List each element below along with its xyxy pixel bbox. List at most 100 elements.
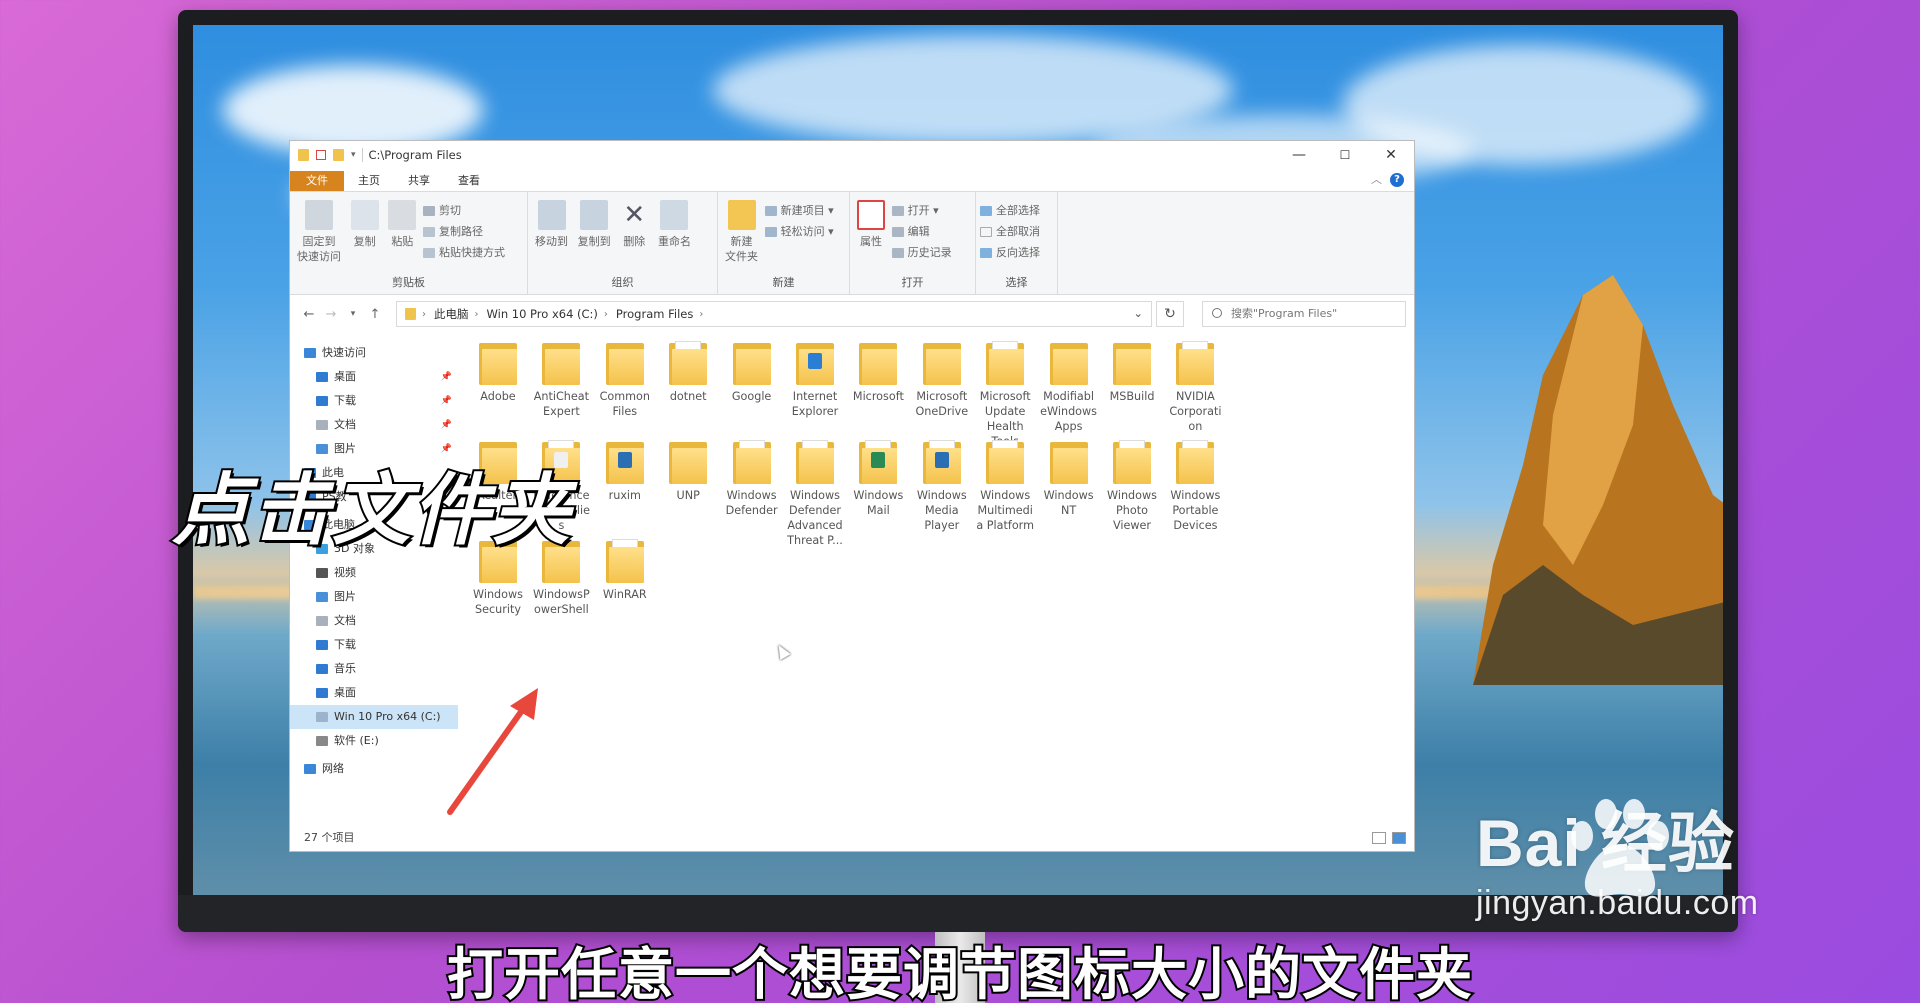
help-icon[interactable]: ? xyxy=(1390,173,1404,187)
move-to-icon xyxy=(537,200,566,230)
open-label: 打开 xyxy=(907,204,930,217)
nav-item[interactable]: 文档 xyxy=(290,609,458,633)
folder-icon xyxy=(669,341,708,385)
nav-item[interactable]: 快速访问 xyxy=(290,341,458,365)
address-dropdown-icon[interactable]: ⌄ xyxy=(1133,306,1143,320)
quick-access-dropdown-icon[interactable]: ▾ xyxy=(351,150,356,160)
folder-item[interactable]: MSBuild xyxy=(1100,341,1164,404)
properties-quick-icon[interactable] xyxy=(316,150,326,160)
folder-item[interactable]: Common Files xyxy=(593,341,657,419)
tab-home[interactable]: 主页 xyxy=(344,171,394,191)
folder-item[interactable]: Windows Multimedi a Platform xyxy=(973,440,1037,533)
breadcrumb-program-files[interactable]: Program Files xyxy=(616,307,693,321)
refresh-button[interactable]: ↻ xyxy=(1156,301,1184,327)
history-button[interactable]: 历史记录 xyxy=(891,242,952,263)
nav-item[interactable]: 下载 xyxy=(290,633,458,657)
folder-item[interactable]: Windows Defender Advanced Threat P... xyxy=(783,440,847,548)
pin-label: 固定到 快速访问 xyxy=(297,235,341,263)
nav-item-label: 文档 xyxy=(334,418,356,431)
nav-item[interactable]: 软件 (E:) xyxy=(290,729,458,753)
address-bar[interactable]: › 此电脑 › Win 10 Pro x64 (C:) › Program File… xyxy=(396,301,1152,327)
copy-to-button[interactable]: 复制到 xyxy=(578,198,611,249)
nav-item[interactable]: 音乐 xyxy=(290,657,458,681)
title-bar: ▾ C:\Program Files — ☐ ✕ xyxy=(290,141,1414,169)
back-arrow-icon[interactable]: ← xyxy=(298,307,320,322)
folder-icon xyxy=(605,440,644,484)
search-input[interactable]: 搜索"Program Files" xyxy=(1202,301,1406,327)
maximize-button[interactable]: ☐ xyxy=(1322,141,1368,169)
new-folder-quick-icon[interactable] xyxy=(333,149,344,161)
nav-item[interactable]: 网络 xyxy=(290,757,458,781)
copy-icon xyxy=(350,200,379,230)
folder-item[interactable]: Windows NT xyxy=(1037,440,1101,518)
collapse-ribbon-icon[interactable]: ︿ xyxy=(1371,171,1382,187)
new-item-button[interactable]: 新建项目 ▾ xyxy=(764,200,834,221)
nav-item[interactable]: 桌面 xyxy=(290,681,458,705)
folder-item[interactable]: Adobe xyxy=(466,341,530,404)
tab-share[interactable]: 共享 xyxy=(394,171,444,191)
folder-item[interactable]: Google xyxy=(720,341,784,404)
folder-item[interactable]: AntiCheat Expert xyxy=(529,341,593,419)
breadcrumb-drive-c[interactable]: Win 10 Pro x64 (C:) xyxy=(487,307,598,321)
up-arrow-icon[interactable]: ↑ xyxy=(364,307,386,322)
nav-item[interactable]: 视频 xyxy=(290,561,458,585)
nav-item[interactable]: Win 10 Pro x64 (C:) xyxy=(290,705,458,729)
new-folder-button[interactable]: 新建 文件夹 xyxy=(725,198,758,264)
folder-item[interactable]: NVIDIA Corporati on xyxy=(1163,341,1227,434)
paste-shortcut-button[interactable]: 粘贴快捷方式 xyxy=(422,242,505,263)
folder-item[interactable]: Windows Photo Viewer xyxy=(1100,440,1164,533)
folder-item[interactable]: Windows Media Player xyxy=(910,440,974,533)
tab-view[interactable]: 查看 xyxy=(444,171,494,191)
easy-access-button[interactable]: 轻松访问 ▾ xyxy=(764,221,834,242)
copy-button[interactable]: 复制 xyxy=(350,198,379,249)
properties-button[interactable]: 属性 xyxy=(857,198,885,249)
invert-selection-button[interactable]: 反向选择 xyxy=(980,242,1040,263)
folder-item[interactable]: UNP xyxy=(656,440,720,503)
edit-button[interactable]: 编辑 xyxy=(891,221,952,242)
red-arrow-icon xyxy=(447,688,538,815)
delete-button[interactable]: ✕ 删除 xyxy=(620,198,648,249)
folder-item[interactable]: Windows Defender xyxy=(720,440,784,518)
folder-item[interactable]: Windows Portable Devices xyxy=(1163,440,1227,533)
properties-icon xyxy=(857,200,885,230)
nav-item[interactable]: 桌面 📌 xyxy=(290,365,458,389)
nav-item[interactable]: 文档 📌 xyxy=(290,413,458,437)
address-folder-icon xyxy=(405,308,416,320)
scissors-icon xyxy=(422,206,435,216)
folder-item[interactable]: dotnet xyxy=(656,341,720,404)
large-icons-view-icon[interactable] xyxy=(1392,832,1406,844)
folder-item[interactable]: Modifiabl eWindows Apps xyxy=(1037,341,1101,434)
nav-item-label: 文档 xyxy=(334,614,356,627)
move-to-button[interactable]: 移动到 xyxy=(535,198,568,249)
select-none-button[interactable]: 全部取消 xyxy=(980,221,1040,242)
open-button[interactable]: 打开 ▾ xyxy=(891,200,952,221)
paste-button[interactable]: 粘贴 xyxy=(388,198,417,249)
select-all-button[interactable]: 全部选择 xyxy=(980,200,1040,221)
rename-button[interactable]: 重命名 xyxy=(658,198,691,249)
details-view-icon[interactable] xyxy=(1372,832,1386,844)
pin-quick-access-button[interactable]: 固定到 快速访问 xyxy=(297,198,341,264)
folder-item[interactable]: Internet Explorer xyxy=(783,341,847,419)
nav-item[interactable]: 图片 xyxy=(290,585,458,609)
folder-label: Windows Portable Devices xyxy=(1170,489,1221,532)
folder-icon xyxy=(1176,440,1215,484)
folder-item[interactable]: Windows Mail xyxy=(846,440,910,518)
minimize-button[interactable]: — xyxy=(1276,141,1322,169)
nav-item[interactable]: 下载 📌 xyxy=(290,389,458,413)
tab-file[interactable]: 文件 xyxy=(290,171,344,191)
recent-dropdown-icon[interactable]: ▾ xyxy=(342,309,364,319)
folder-item[interactable]: Microsoft OneDrive xyxy=(910,341,974,419)
folder-item[interactable]: Microsoft xyxy=(846,341,910,404)
breadcrumb-this-pc[interactable]: 此电脑 xyxy=(434,306,469,322)
copy-path-button[interactable]: 复制路径 xyxy=(422,221,505,242)
folder-item[interactable]: Microsoft Update Health Tools xyxy=(973,341,1037,449)
close-button[interactable]: ✕ xyxy=(1368,141,1414,169)
folder-label: Microsoft xyxy=(852,390,904,403)
nav-item-icon xyxy=(316,688,328,698)
copy-path-icon xyxy=(422,227,435,237)
folder-label: MSBuild xyxy=(1109,390,1155,403)
cut-button[interactable]: 剪切 xyxy=(422,200,505,221)
forward-arrow-icon[interactable]: → xyxy=(320,307,342,322)
folder-item[interactable]: WinRAR xyxy=(593,539,657,602)
folder-item[interactable]: ruxim xyxy=(593,440,657,503)
